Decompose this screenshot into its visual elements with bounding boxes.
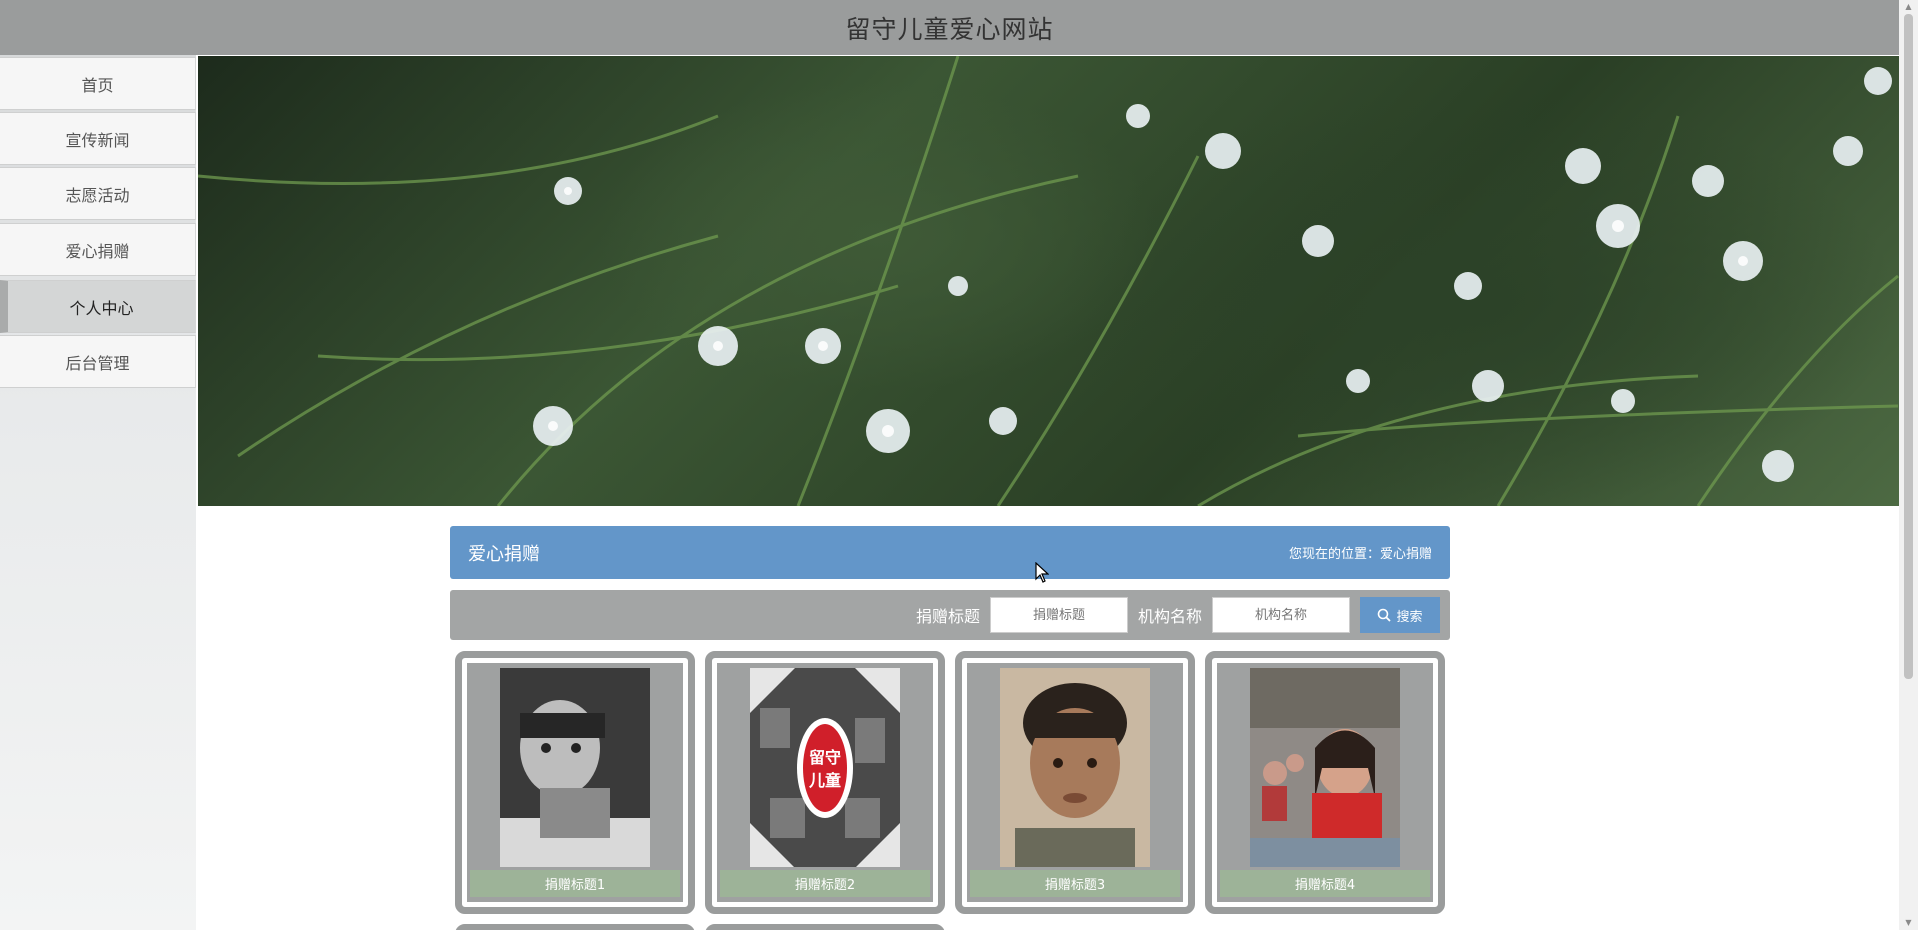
search-button[interactable]: 搜索 bbox=[1360, 597, 1440, 633]
donation-card[interactable] bbox=[455, 924, 695, 930]
card-title: 捐赠标题2 bbox=[720, 870, 930, 897]
org-search-label: 机构名称 bbox=[1137, 607, 1202, 626]
mouse-cursor-icon bbox=[1035, 562, 1049, 583]
search-bar: 捐赠标题 机构名称 搜索 bbox=[450, 590, 1450, 640]
donation-card[interactable]: 捐赠标题1 bbox=[455, 651, 695, 914]
scroll-up-icon[interactable]: ▲ bbox=[1904, 2, 1913, 11]
section-title: 爱心捐赠 bbox=[468, 543, 540, 565]
card-photo bbox=[500, 668, 650, 868]
sidebar-item-donation[interactable]: 爱心捐赠 bbox=[0, 223, 196, 276]
donation-card[interactable]: 留守 儿童 捐赠标题2 bbox=[705, 651, 945, 914]
sidebar-item-admin[interactable]: 后台管理 bbox=[0, 335, 196, 388]
search-icon bbox=[1378, 608, 1392, 622]
page-scrollbar[interactable]: ▲ ▼ bbox=[1899, 0, 1918, 930]
sidebar-item-personal-center[interactable]: 个人中心 bbox=[0, 280, 196, 333]
card-title: 捐赠标题3 bbox=[970, 870, 1180, 897]
svg-text:留守: 留守 bbox=[809, 748, 841, 767]
org-search-input[interactable] bbox=[1212, 597, 1350, 633]
donation-card[interactable]: 捐赠标题4 bbox=[1205, 651, 1445, 914]
sidebar: 首页 宣传新闻 志愿活动 爱心捐赠 个人中心 后台管理 bbox=[0, 55, 196, 930]
sidebar-item-news[interactable]: 宣传新闻 bbox=[0, 112, 196, 165]
card-title: 捐赠标题1 bbox=[470, 870, 680, 897]
section-header: 爱心捐赠 您现在的位置：爱心捐赠 bbox=[450, 526, 1450, 579]
card-photo bbox=[1000, 668, 1150, 868]
site-title: 留守儿童爱心网站 bbox=[845, 14, 1054, 44]
search-button-label: 搜索 bbox=[1396, 608, 1423, 624]
breadcrumb: 您现在的位置：爱心捐赠 bbox=[1288, 547, 1432, 562]
donation-card[interactable] bbox=[705, 924, 945, 930]
scroll-thumb[interactable] bbox=[1904, 14, 1913, 679]
title-search-input[interactable] bbox=[989, 597, 1128, 633]
card-title: 捐赠标题4 bbox=[1220, 870, 1430, 897]
app-root: 留守儿童爱心网站 首页 宣传新闻 志愿活动 爱心捐赠 个人中心 后台管理 爱心捐… bbox=[0, 0, 1918, 930]
card-photo bbox=[1250, 668, 1400, 868]
sidebar-item-volunteer[interactable]: 志愿活动 bbox=[0, 167, 196, 220]
banner-carousel[interactable] bbox=[198, 56, 1902, 506]
sidebar-item-home[interactable]: 首页 bbox=[0, 57, 196, 110]
title-search-label: 捐赠标题 bbox=[915, 607, 980, 626]
card-photo: 留守 儿童 bbox=[750, 668, 900, 868]
donation-card[interactable]: 捐赠标题3 bbox=[955, 651, 1195, 914]
svg-text:儿童: 儿童 bbox=[808, 771, 841, 790]
site-header: 留守儿童爱心网站 bbox=[0, 0, 1899, 55]
scroll-down-icon[interactable]: ▼ bbox=[1904, 918, 1913, 927]
banner-image bbox=[198, 56, 1899, 506]
